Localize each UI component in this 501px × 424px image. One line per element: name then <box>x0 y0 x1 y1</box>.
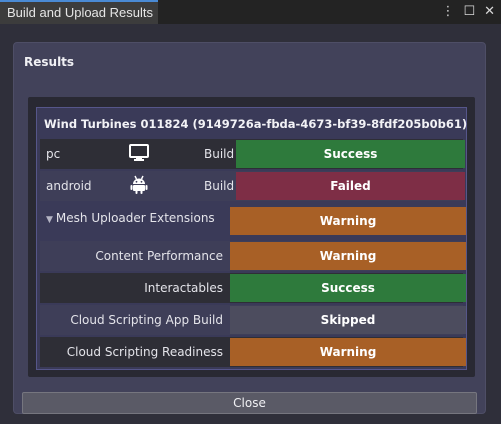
build-label: Build <box>204 179 235 193</box>
platform-label: android <box>46 179 92 193</box>
check-label: Content Performance <box>95 249 223 263</box>
check-row-cloud-scripting-app-build: Cloud Scripting App Build Skipped <box>40 305 466 335</box>
results-panel: Results Wind Turbines 011824 (9149726a-f… <box>13 42 486 414</box>
window-title: Build and Upload Results <box>7 5 153 20</box>
build-name: Wind Turbines 011824 (9149726a-fbda-4673… <box>44 117 468 131</box>
status-badge: Success <box>236 140 465 168</box>
check-label: Cloud Scripting App Build <box>70 313 223 327</box>
extensions-label: ▼ Mesh Uploader Extensions <box>46 211 215 225</box>
window-body: Results Wind Turbines 011824 (9149726a-f… <box>0 24 501 424</box>
check-label: Interactables <box>144 281 223 295</box>
maximize-icon[interactable]: ☐ <box>463 3 475 21</box>
check-row-cloud-scripting-readiness: Cloud Scripting Readiness Warning <box>40 337 466 367</box>
status-badge: Failed <box>236 172 465 200</box>
close-button[interactable]: Close <box>22 392 477 414</box>
status-badge: Skipped <box>230 306 466 334</box>
platform-row-pc: pc Build Success <box>40 139 465 169</box>
status-badge: Success <box>230 274 466 302</box>
android-icon <box>130 175 148 199</box>
monitor-icon <box>128 143 150 167</box>
window-controls: ⋮ ☐ ✕ <box>441 3 495 21</box>
title-bar: Build and Upload Results ⋮ ☐ ✕ <box>0 0 501 24</box>
build-label: Build <box>204 147 235 161</box>
platform-label: pc <box>46 147 61 161</box>
status-badge: Warning <box>230 207 466 235</box>
window-tab[interactable]: Build and Upload Results <box>0 0 158 24</box>
check-label: Cloud Scripting Readiness <box>66 345 223 359</box>
close-icon[interactable]: ✕ <box>484 3 495 21</box>
extensions-foldout[interactable]: ▼ Mesh Uploader Extensions Warning <box>40 202 466 236</box>
results-box: Wind Turbines 011824 (9149726a-fbda-4673… <box>28 97 475 377</box>
panel-title: Results <box>24 55 75 69</box>
platform-row-android: android Build Failed <box>40 171 465 201</box>
check-row-content-performance: Content Performance Warning <box>40 241 466 271</box>
more-options-icon[interactable]: ⋮ <box>441 3 454 21</box>
check-row-interactables: Interactables Success <box>40 273 466 303</box>
foldout-triangle-icon: ▼ <box>46 215 53 225</box>
build-results: Wind Turbines 011824 (9149726a-fbda-4673… <box>36 107 467 370</box>
status-badge: Warning <box>230 242 466 270</box>
status-badge: Warning <box>230 338 466 366</box>
